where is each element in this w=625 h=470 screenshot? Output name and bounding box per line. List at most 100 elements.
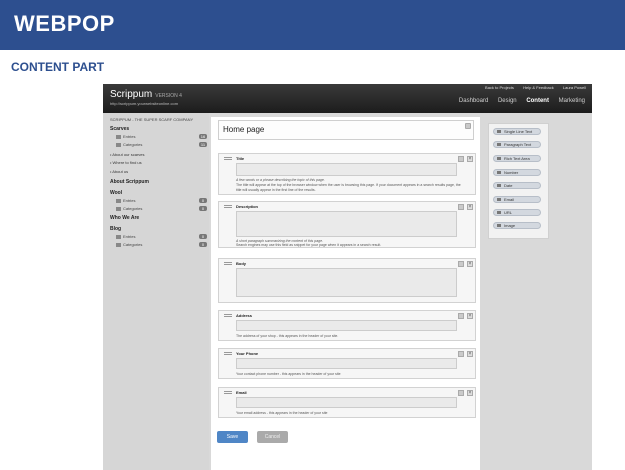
field-phone: Your Phone × Your contact phone number -… [218, 348, 476, 379]
brand-name: Scrippum [110, 89, 153, 100]
drag-handle-icon[interactable] [224, 314, 232, 317]
editor-panel: Home page Title × A few words or a phras… [211, 117, 480, 470]
field-body: Body × [218, 258, 476, 303]
field-label: Your Phone [236, 351, 259, 356]
sidebar-item-wool-categories[interactable]: Categories [116, 206, 142, 211]
palette-rich-text-area[interactable]: Rich Text Area [493, 155, 541, 162]
edit-field-icon[interactable] [458, 204, 464, 210]
edit-title-icon[interactable] [465, 123, 471, 129]
entries-icon [116, 134, 121, 139]
entries-icon [116, 234, 121, 239]
delete-field-icon[interactable]: × [467, 204, 473, 210]
sidebar-label: Categories [123, 142, 143, 147]
delete-field-icon[interactable]: × [467, 351, 473, 357]
edit-field-icon[interactable] [458, 390, 464, 396]
field-address: Address × The address of your shop - thi… [218, 310, 476, 341]
edit-field-icon[interactable] [458, 261, 464, 267]
slide-title: WEBPOP [14, 11, 115, 36]
sidebar-item-blog-entries[interactable]: Entries [116, 234, 135, 239]
field-description: Description × A short paragraph summariz… [218, 201, 476, 248]
count-badge: 0 [199, 198, 207, 203]
field-label: Address [236, 313, 253, 318]
sidebar-link-where[interactable]: • Where to find us [110, 160, 142, 165]
sidebar-label: Categories [123, 242, 143, 247]
palette-single-line-text[interactable]: Single Line Text [493, 128, 541, 135]
drag-handle-icon[interactable] [224, 205, 232, 208]
palette-number[interactable]: Number [493, 169, 541, 176]
nav-dashboard[interactable]: Dashboard [459, 98, 488, 104]
sidebar-item-scarves-categories[interactable]: Categories [116, 142, 142, 147]
palette-paragraph-text[interactable]: Paragraph Text [493, 141, 541, 148]
nav-content[interactable]: Content [526, 98, 549, 104]
sidebar-item-scarves[interactable]: Scarves [110, 126, 129, 132]
entries-icon [116, 198, 121, 203]
version-label: VERSION 4 [155, 93, 182, 99]
email-input[interactable] [236, 397, 457, 408]
palette-date[interactable]: Date [493, 182, 541, 189]
help-feedback-link[interactable]: Help & Feedback [523, 85, 554, 90]
page-title-box[interactable]: Home page [218, 120, 474, 140]
brand[interactable]: Scrippum VERSION 4 [110, 89, 182, 100]
edit-field-icon[interactable] [458, 313, 464, 319]
sidebar-item-scarves-entries[interactable]: Entries [116, 134, 135, 139]
phone-input[interactable] [236, 358, 457, 369]
palette-email[interactable]: Email [493, 196, 541, 203]
body-textarea[interactable] [236, 268, 457, 297]
address-input[interactable] [236, 320, 457, 331]
field-hint: Your contact phone number - this appears… [236, 372, 341, 376]
title-input[interactable] [236, 163, 457, 176]
field-email: Email × Your email address - this appear… [218, 387, 476, 418]
field-type-palette: Single Line Text Paragraph Text Rich Tex… [488, 123, 549, 239]
edit-field-icon[interactable] [458, 351, 464, 357]
field-hint: The address of your shop - this appears … [236, 334, 339, 338]
field-label: Body [236, 261, 246, 266]
nav-marketing[interactable]: Marketing [559, 98, 585, 104]
field-hint: The title will appear at the top of the … [236, 183, 461, 192]
palette-image[interactable]: Image [493, 222, 541, 229]
slide-banner: WEBPOP [0, 0, 625, 50]
palette-url[interactable]: URL [493, 209, 541, 216]
nav-design[interactable]: Design [498, 98, 517, 104]
cancel-button[interactable]: Cancel [257, 431, 288, 443]
sidebar-item-blog[interactable]: Blog [110, 226, 121, 232]
field-label: Email [236, 390, 247, 395]
page-title: Home page [223, 125, 265, 134]
delete-field-icon[interactable]: × [467, 390, 473, 396]
field-hint: Your email address - this appears in the… [236, 411, 328, 415]
save-button[interactable]: Save [217, 431, 248, 443]
back-to-projects-link[interactable]: Back to Projects [485, 85, 514, 90]
drag-handle-icon[interactable] [224, 262, 232, 265]
section-title: CONTENT PART [11, 60, 105, 74]
field-title: Title × A few words or a phrase describi… [218, 153, 476, 195]
sidebar-link-about-us[interactable]: • About us [110, 169, 128, 174]
site-url[interactable]: http://scrippum.yourwebsiteonline.com [110, 101, 178, 106]
description-textarea[interactable] [236, 211, 457, 237]
count-badge: 0 [199, 234, 207, 239]
drag-handle-icon[interactable] [224, 352, 232, 355]
sidebar-item-wool[interactable]: Wool [110, 190, 122, 196]
delete-field-icon[interactable]: × [467, 313, 473, 319]
count-badge: 0 [199, 206, 207, 211]
delete-field-icon[interactable]: × [467, 156, 473, 162]
sidebar-label: Entries [123, 198, 136, 203]
drag-handle-icon[interactable] [224, 157, 232, 160]
edit-field-icon[interactable] [458, 156, 464, 162]
sidebar-label: Categories [123, 206, 143, 211]
user-name-link[interactable]: Laura Powell [563, 85, 586, 90]
sidebar: SCRIPPUM - THE SUPER SCARF COMPANY Scarv… [103, 113, 209, 470]
field-hint: Search engines may use this field as sni… [236, 243, 382, 247]
app-window: Scrippum VERSION 4 http://scrippum.yourwe… [103, 84, 592, 470]
count-badge: 16 [199, 134, 207, 139]
count-badge: 11 [199, 142, 207, 147]
sidebar-item-who[interactable]: Who We Are [110, 215, 139, 221]
sidebar-link-about-scarves[interactable]: • About our scarves [110, 152, 145, 157]
top-links: Back to Projects Help & Feedback Laura P… [477, 85, 586, 90]
company-name: SCRIPPUM - THE SUPER SCARF COMPANY [110, 117, 194, 122]
categories-icon [116, 206, 121, 211]
drag-handle-icon[interactable] [224, 391, 232, 394]
main-nav: Dashboard Design Content Marketing [451, 98, 585, 104]
sidebar-item-wool-entries[interactable]: Entries [116, 198, 135, 203]
delete-field-icon[interactable]: × [467, 261, 473, 267]
sidebar-item-about[interactable]: About Scrippum [110, 179, 149, 185]
sidebar-item-blog-categories[interactable]: Categories [116, 242, 142, 247]
